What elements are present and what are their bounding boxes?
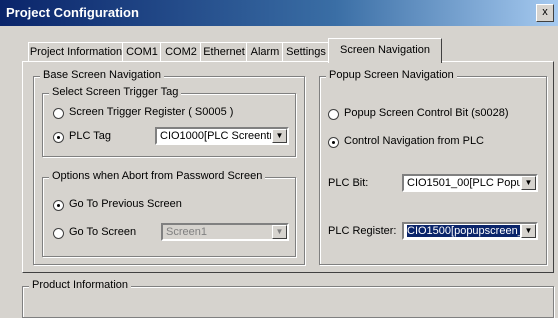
plc-tag-radio[interactable] bbox=[53, 132, 64, 143]
screen-trigger-register-radio[interactable] bbox=[53, 108, 64, 119]
go-to-previous-screen-radio[interactable] bbox=[53, 200, 64, 211]
title-bar: Project Configuration x bbox=[0, 0, 558, 26]
close-icon[interactable]: x bbox=[536, 4, 554, 22]
tab-screen-navigation[interactable]: Screen Navigation bbox=[328, 38, 442, 63]
abort-options-group: Options when Abort from Password Screen … bbox=[42, 170, 296, 257]
screen-navigation-panel: Base Screen Navigation Select Screen Tri… bbox=[22, 61, 554, 273]
chevron-down-icon[interactable]: ▼ bbox=[521, 176, 536, 190]
plc-tag-dropdown[interactable]: CIO1000[PLC Screentrig ▼ bbox=[155, 127, 289, 145]
go-to-previous-screen-label: Go To Previous Screen bbox=[69, 198, 182, 210]
abort-options-label: Options when Abort from Password Screen bbox=[49, 170, 266, 182]
screen-trigger-tag-label: Select Screen Trigger Tag bbox=[49, 86, 182, 98]
chevron-down-icon[interactable]: ▼ bbox=[272, 129, 287, 143]
base-screen-navigation-group: Base Screen Navigation Select Screen Tri… bbox=[33, 69, 305, 265]
go-to-screen-dropdown[interactable]: Screen1 ▼ bbox=[161, 223, 289, 241]
base-screen-navigation-label: Base Screen Navigation bbox=[40, 69, 165, 81]
plc-register-dropdown[interactable]: CIO1500[popupscreen_nav ▼ bbox=[402, 222, 538, 240]
tab-settings[interactable]: Settings bbox=[282, 42, 330, 62]
control-from-plc-label: Control Navigation from PLC bbox=[344, 135, 485, 147]
screen-trigger-register-label: Screen Trigger Register ( S0005 ) bbox=[69, 106, 234, 118]
popup-control-bit-radio[interactable] bbox=[328, 109, 339, 120]
go-to-screen-value: Screen1 bbox=[166, 226, 207, 238]
window-title: Project Configuration bbox=[6, 5, 139, 20]
plc-bit-dropdown[interactable]: CIO1501_00[PLC Popup ▼ bbox=[402, 174, 538, 192]
tab-project-information[interactable]: Project Information bbox=[28, 42, 124, 62]
product-information-label: Product Information bbox=[29, 279, 131, 291]
plc-bit-label: PLC Bit: bbox=[328, 177, 369, 189]
tab-alarm[interactable]: Alarm bbox=[246, 42, 284, 62]
popup-control-bit-label: Popup Screen Control Bit (s0028) bbox=[344, 107, 509, 119]
go-to-screen-label: Go To Screen bbox=[69, 226, 137, 238]
plc-tag-label: PLC Tag bbox=[69, 130, 111, 142]
plc-register-label: PLC Register: bbox=[328, 225, 397, 237]
chevron-down-icon[interactable]: ▼ bbox=[272, 225, 287, 239]
product-information-group: Product Information bbox=[22, 279, 554, 318]
control-from-plc-radio[interactable] bbox=[328, 137, 339, 148]
go-to-screen-radio[interactable] bbox=[53, 228, 64, 239]
plc-tag-value: CIO1000[PLC Screentrig bbox=[160, 130, 271, 142]
popup-screen-navigation-group: Popup Screen Navigation Popup Screen Con… bbox=[319, 69, 547, 265]
tab-com1[interactable]: COM1 bbox=[122, 42, 162, 62]
chevron-down-icon[interactable]: ▼ bbox=[521, 224, 536, 238]
screen-trigger-tag-group: Select Screen Trigger Tag Screen Trigger… bbox=[42, 86, 296, 157]
plc-bit-value: CIO1501_00[PLC Popup bbox=[407, 177, 520, 189]
tab-ethernet[interactable]: Ethernet bbox=[200, 42, 248, 62]
popup-screen-navigation-label: Popup Screen Navigation bbox=[326, 69, 457, 81]
tab-com2[interactable]: COM2 bbox=[160, 42, 202, 62]
plc-register-value: CIO1500[popupscreen_nav bbox=[407, 225, 520, 237]
